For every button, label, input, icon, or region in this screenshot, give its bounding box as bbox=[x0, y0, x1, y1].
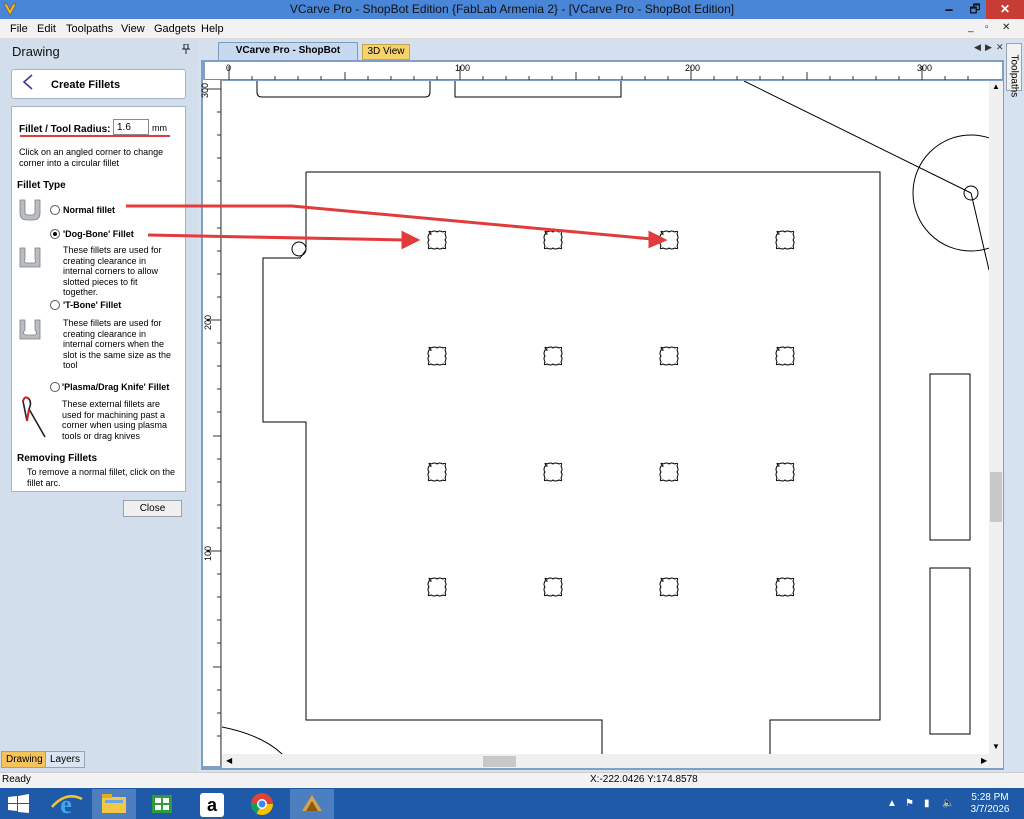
status-bar bbox=[0, 772, 1024, 788]
chrome-icon[interactable] bbox=[240, 789, 284, 819]
tray-date-text: 3/7/2026 bbox=[970, 804, 1010, 815]
scroll-left-icon[interactable]: ◀ bbox=[226, 756, 232, 765]
tray-volume-icon[interactable]: 🔈 bbox=[942, 798, 954, 809]
vertical-scroll-thumb[interactable] bbox=[990, 472, 1002, 522]
svg-text:e: e bbox=[60, 790, 72, 819]
tray-up-arrow-icon[interactable]: ▲ bbox=[887, 798, 897, 809]
store-icon[interactable] bbox=[140, 789, 184, 819]
horizontal-scroll-thumb[interactable] bbox=[483, 756, 516, 767]
windows-start-icon[interactable] bbox=[8, 794, 30, 817]
tray-clock[interactable]: 5:28 PM 3/7/2026 bbox=[966, 792, 1014, 816]
status-text: Ready bbox=[2, 774, 31, 785]
amazon-icon[interactable]: a bbox=[190, 789, 234, 819]
horizontal-scrollbar[interactable] bbox=[222, 754, 1003, 768]
vcarve-taskbar-icon[interactable] bbox=[290, 789, 334, 819]
scroll-up-icon[interactable]: ▲ bbox=[992, 82, 1000, 91]
scroll-right-icon[interactable]: ▶ bbox=[981, 756, 987, 765]
tray-time-text: 5:28 PM bbox=[971, 792, 1009, 803]
cursor-coordinates: X:-222.0426 Y:174.8578 bbox=[590, 774, 698, 785]
tray-network-icon[interactable]: ▮ bbox=[924, 798, 930, 809]
tray-alert-icon[interactable]: ⚑ bbox=[905, 798, 914, 809]
file-explorer-icon[interactable] bbox=[92, 789, 136, 819]
vertical-scrollbar[interactable] bbox=[989, 81, 1003, 754]
scroll-down-icon[interactable]: ▼ bbox=[992, 742, 1000, 751]
annotation-arrows bbox=[126, 204, 668, 250]
svg-text:a: a bbox=[207, 795, 218, 815]
internet-explorer-icon[interactable]: e bbox=[44, 789, 88, 819]
